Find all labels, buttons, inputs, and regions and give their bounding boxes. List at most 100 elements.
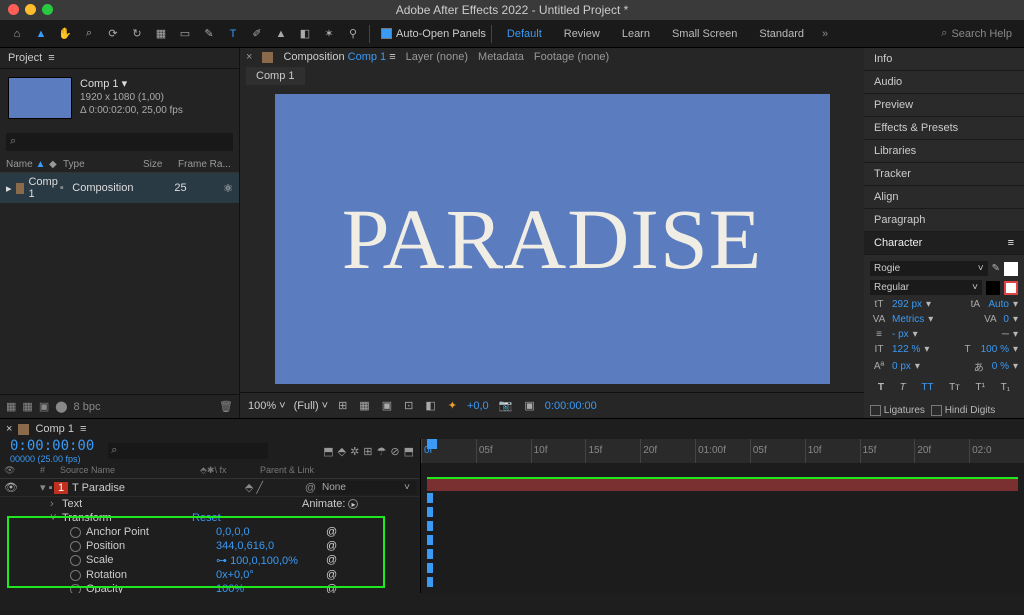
eyedropper-icon[interactable]: ✎	[992, 263, 1000, 274]
roto-tool-icon[interactable]: ✶	[318, 23, 340, 45]
timeline-search[interactable]	[108, 443, 268, 459]
stroke-swatch[interactable]	[986, 281, 1000, 295]
panel-libraries[interactable]: Libraries	[864, 140, 1024, 163]
hscale-input[interactable]: 100 %	[981, 344, 1009, 355]
rotate-tool-icon[interactable]: ↻	[126, 23, 148, 45]
prop-rotation[interactable]: Rotation0x+0,0°@	[0, 568, 420, 582]
project-panel-header[interactable]: Project≡	[0, 48, 239, 69]
canvas-text[interactable]: PARADISE	[342, 189, 763, 289]
ligatures-checkbox[interactable]: Ligatures	[870, 405, 925, 416]
resolution-select[interactable]: (Full) ˅	[294, 400, 329, 412]
prop-scale[interactable]: Scale⊶ 100,0,100,0%@	[0, 553, 420, 568]
layer-row-paradise[interactable]: 👁 ▾ ▪ 1 T Paradise ⬘ ╱ @ None˅	[0, 479, 420, 497]
timeline-columns: 👁 # Source Name ⬘✱\ fx Parent & Link	[0, 463, 420, 479]
puppet-tool-icon[interactable]: ⚲	[342, 23, 364, 45]
workspace-small-screen[interactable]: Small Screen	[662, 28, 747, 40]
comp-inner-tab[interactable]: Comp 1	[246, 67, 305, 85]
panel-preview[interactable]: Preview	[864, 94, 1024, 117]
superscript-button[interactable]: T¹	[976, 382, 985, 393]
font-size-input[interactable]: 292 px	[892, 299, 922, 310]
camera-tool-icon[interactable]: ▦	[150, 23, 172, 45]
auto-open-panels-checkbox[interactable]: Auto-Open Panels	[381, 28, 486, 40]
workspace-default[interactable]: Default	[497, 28, 552, 40]
selection-tool-icon[interactable]: ▲	[30, 23, 52, 45]
comp-thumbnail[interactable]	[8, 77, 72, 119]
timeline-toolbar-icons[interactable]: ⬒⬘✲⊞☂⊘⬒	[323, 445, 420, 458]
stroke-width-input[interactable]: - px	[892, 329, 909, 340]
font-family-select[interactable]: Rogie˅	[870, 261, 988, 276]
prop-position[interactable]: Position344,0,616,0@	[0, 539, 420, 553]
timeline-ruler[interactable]: 0f 05f 10f 15f 20f 01:00f 05f 10f 15f 20…	[421, 439, 1024, 463]
timeline-current-time[interactable]: 0:00:00:00	[0, 438, 94, 454]
metadata-tab[interactable]: Metadata	[478, 51, 524, 63]
visibility-toggle[interactable]: 👁	[4, 481, 20, 494]
fill-swatch[interactable]	[1004, 262, 1018, 276]
eraser-tool-icon[interactable]: ◧	[294, 23, 316, 45]
region-icon[interactable]: ⊡	[402, 399, 415, 412]
parent-select[interactable]: None˅	[316, 481, 416, 494]
hand-tool-icon[interactable]: ✋	[54, 23, 76, 45]
channel-icon[interactable]: ◧	[423, 399, 437, 412]
hindi-digits-checkbox[interactable]: Hindi Digits	[931, 405, 995, 416]
panel-effects[interactable]: Effects & Presets	[864, 117, 1024, 140]
workspace-learn[interactable]: Learn	[612, 28, 660, 40]
pen-tool-icon[interactable]: ✎	[198, 23, 220, 45]
exposure-value[interactable]: +0,0	[467, 400, 489, 412]
layer-tab[interactable]: Layer (none)	[406, 51, 468, 63]
panel-audio[interactable]: Audio	[864, 71, 1024, 94]
composition-viewer[interactable]: PARADISE	[240, 86, 864, 392]
project-item-comp1[interactable]: ▸ Comp 1 ▪ Composition 25 ⚛	[0, 173, 239, 203]
rect-tool-icon[interactable]: ▭	[174, 23, 196, 45]
kerning-icon: VA	[870, 314, 888, 325]
playhead-icon[interactable]	[427, 439, 437, 449]
no-fill-icon[interactable]	[1004, 281, 1018, 295]
prop-transform[interactable]: ˅TransformReset	[0, 511, 420, 525]
bold-button[interactable]: T	[878, 382, 884, 393]
reset-exposure-icon[interactable]: ✦	[446, 399, 459, 412]
project-search[interactable]	[6, 133, 233, 151]
vscale-input[interactable]: 122 %	[892, 344, 920, 355]
show-snapshot-icon[interactable]: ▣	[522, 399, 536, 412]
window-title: Adobe After Effects 2022 - Untitled Proj…	[0, 0, 1024, 20]
zoom-select[interactable]: 100% ˅	[248, 400, 286, 412]
footage-tab[interactable]: Footage (none)	[534, 51, 609, 63]
allcaps-button[interactable]: TT	[921, 382, 933, 393]
zoom-tool-icon[interactable]: ⌕	[78, 23, 100, 45]
home-icon[interactable]: ⌂	[6, 23, 28, 45]
clone-tool-icon[interactable]: ▲	[270, 23, 292, 45]
orbit-tool-icon[interactable]: ⟳	[102, 23, 124, 45]
smallcaps-button[interactable]: Tᴛ	[949, 382, 960, 393]
baseline-input[interactable]: 0 px	[892, 361, 911, 372]
prop-text[interactable]: ›TextAnimate: ▸	[0, 497, 420, 511]
mask-icon[interactable]: ▦	[357, 399, 371, 412]
text-tool-icon[interactable]: T	[222, 23, 244, 45]
panel-paragraph[interactable]: Paragraph	[864, 209, 1024, 232]
subscript-button[interactable]: T₁	[1001, 382, 1010, 393]
panel-character-header[interactable]: Character≡	[864, 232, 1024, 255]
kerning-input[interactable]: Metrics	[892, 314, 924, 325]
project-columns[interactable]: Name ▲ ◆ Type Size Frame Ra...	[0, 157, 239, 173]
grid-icon[interactable]: ⊞	[336, 399, 349, 412]
snapshot-icon[interactable]: 📷	[497, 399, 515, 412]
italic-button[interactable]: T	[900, 382, 906, 393]
panel-align[interactable]: Align	[864, 186, 1024, 209]
preview-time[interactable]: 0:00:00:00	[545, 400, 597, 412]
window-traffic-lights[interactable]	[8, 4, 53, 15]
panel-info[interactable]: Info	[864, 48, 1024, 71]
project-footer[interactable]: ▦▦▣⬤8 bpc🗑	[0, 394, 239, 418]
timeline-track-area[interactable]	[420, 463, 1024, 593]
search-help[interactable]: ⌕ Search Help	[941, 27, 1012, 40]
prop-opacity[interactable]: Opacity100%@	[0, 582, 420, 593]
tracking-input[interactable]: 0	[1003, 314, 1009, 325]
panel-tracker[interactable]: Tracker	[864, 163, 1024, 186]
tsume-input[interactable]: 0 %	[992, 361, 1009, 372]
font-style-select[interactable]: Regular˅	[870, 280, 982, 295]
leading-input[interactable]: Auto	[988, 299, 1009, 310]
toggle-alpha-icon[interactable]: ▣	[380, 399, 394, 412]
prop-anchor-point[interactable]: Anchor Point0,0,0,0@	[0, 525, 420, 539]
workspace-review[interactable]: Review	[554, 28, 610, 40]
workspace-standard[interactable]: Standard	[749, 28, 814, 40]
composition-tab[interactable]: Composition Comp 1 ≡	[283, 51, 395, 63]
brush-tool-icon[interactable]: ✐	[246, 23, 268, 45]
layer-bar[interactable]	[427, 477, 1018, 491]
